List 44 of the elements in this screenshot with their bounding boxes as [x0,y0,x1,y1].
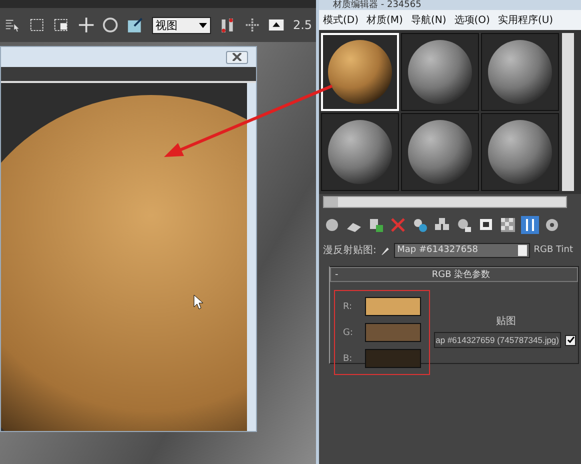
sample-slot[interactable] [481,33,559,111]
sphere-preview [407,119,473,185]
snap-move-icon[interactable] [244,16,260,34]
spinner-value: 2.5 [292,18,312,32]
color-swatch[interactable] [365,297,421,316]
view-dropdown[interactable]: 视图 [152,16,212,34]
collapse-sign[interactable]: - [335,270,349,280]
menu-item[interactable]: 实用程序(U) [498,13,554,27]
sphere-preview [487,119,553,185]
channel-label: R: [343,302,354,312]
sample-slot[interactable] [401,33,479,111]
color-swatch[interactable] [365,349,421,368]
sphere-preview [327,119,393,185]
map-checkbox[interactable] [565,334,576,346]
map-type-label: RGB Tint [534,245,574,255]
textured-sphere-preview [327,39,393,105]
move-icon[interactable] [78,16,94,34]
sphere-preview [487,39,553,105]
close-button[interactable] [226,50,248,64]
channel-label: B: [343,354,354,364]
rotate-icon[interactable] [102,16,119,34]
sample-slot[interactable] [401,113,479,191]
diffuse-map-label: 漫反射贴图: [323,244,376,257]
horizontal-scrollbar[interactable] [323,196,567,208]
menu-item[interactable]: 模式(D) [323,13,359,27]
rollout-header[interactable]: - RGB 染色参数 [330,267,578,282]
checker-icon[interactable] [499,216,517,234]
map-name-dropdown[interactable]: Map #614327658 [394,242,530,258]
region-select-icon[interactable] [28,16,46,34]
caret-icon [199,22,208,28]
close-icon [232,53,242,61]
sample-slot[interactable] [481,113,559,191]
menu-item[interactable]: 导航(N) [410,13,446,27]
color-swatch[interactable] [365,323,421,342]
rollout-title: RGB 染色参数 [430,268,492,281]
sample-slot[interactable] [321,113,399,191]
channel-label: G: [343,328,354,338]
menu-item[interactable]: 选项(O) [454,13,490,27]
menu-item[interactable]: 材质(M) [366,13,403,27]
map-heading: 贴图 [496,314,516,328]
map-button[interactable]: ap #614327659 (745787345.jpg) [434,332,561,348]
vertical-scrollbar[interactable] [562,33,574,191]
sphere-preview [407,39,473,105]
window-select-icon[interactable] [53,16,70,34]
